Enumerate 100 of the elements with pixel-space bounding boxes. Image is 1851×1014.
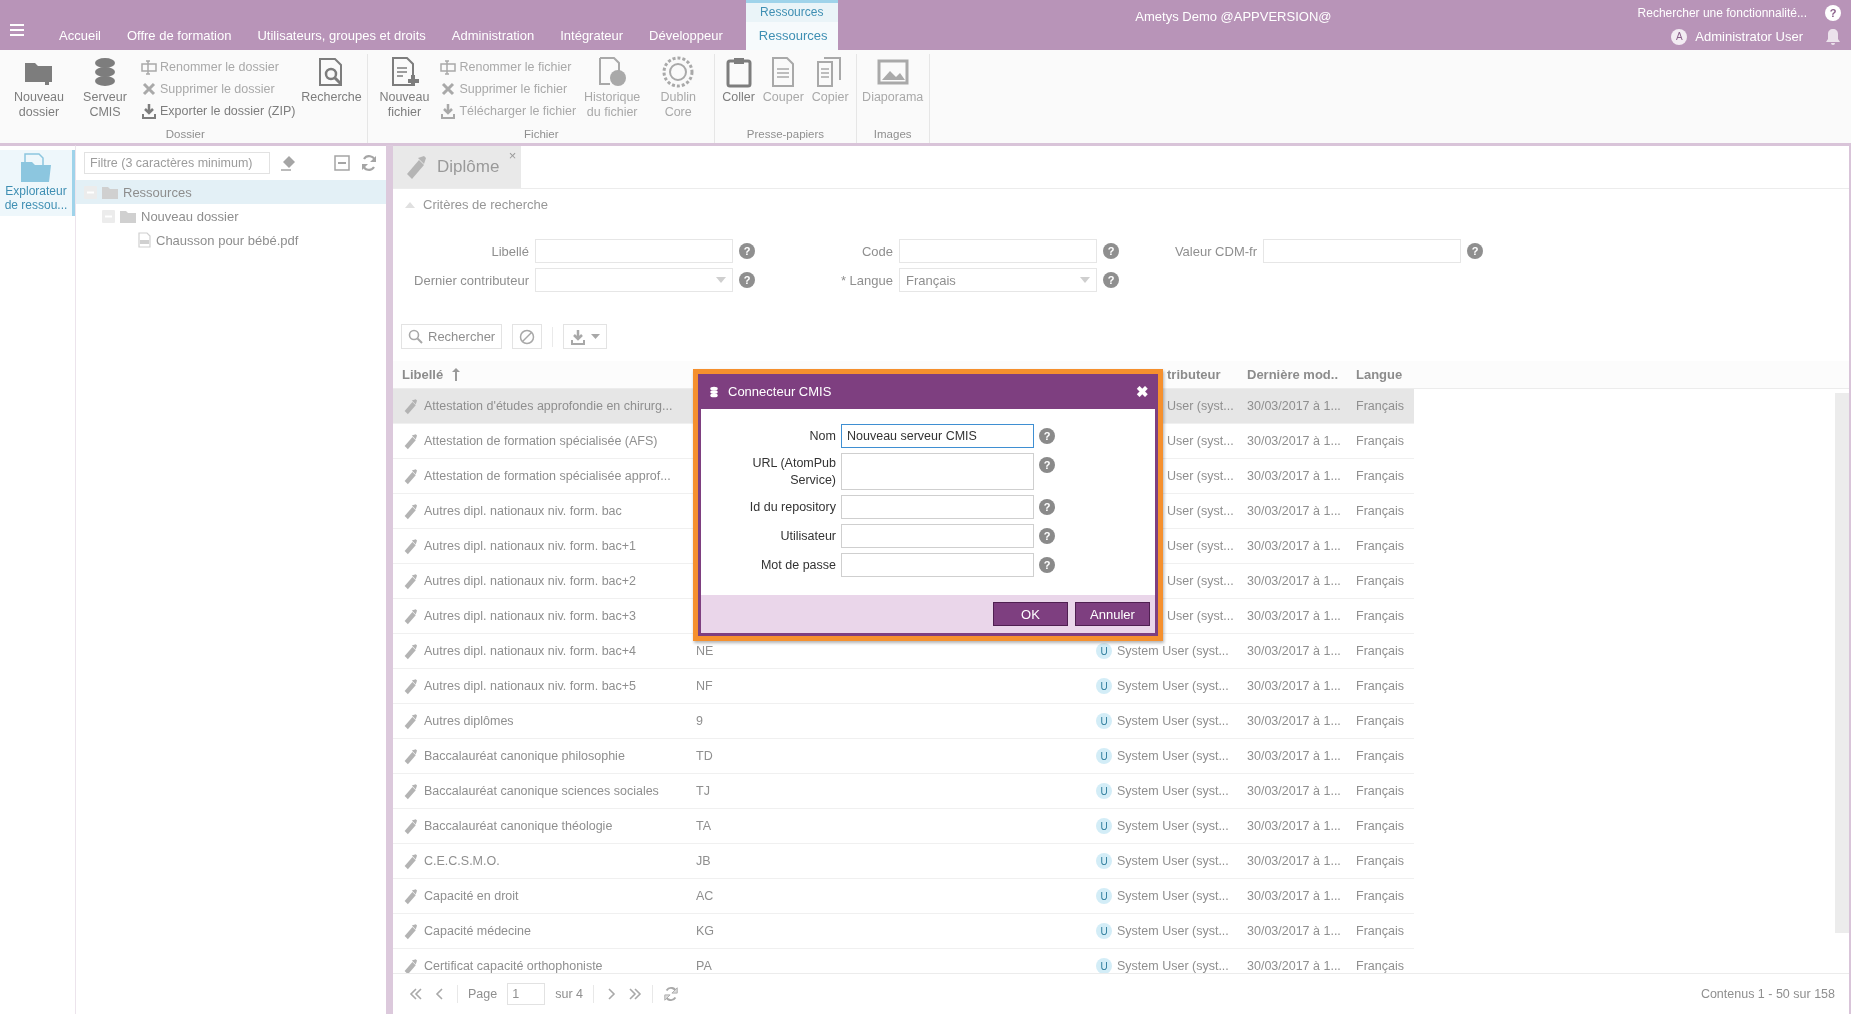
table-cell: KG: [696, 924, 715, 938]
table-cell: 30/03/2017 à 1...: [1247, 644, 1341, 658]
table-cell: 30/03/2017 à 1...: [1247, 574, 1341, 588]
table-cell: Français: [1356, 679, 1404, 693]
table-cell: User (syst...: [1167, 539, 1234, 553]
user-avatar: A: [1671, 28, 1688, 45]
table-cell: Baccalauréat canonique théologie: [424, 819, 613, 833]
table-cell: NE: [696, 644, 714, 658]
table-cell: Capacité médecine: [424, 924, 531, 938]
table-cell: Attestation de formation spécialisée (AFS): [424, 434, 658, 448]
table-cell: TJ: [696, 784, 710, 798]
tree-label: Nouveau dossier: [141, 208, 239, 224]
table-cell: Autres dipl. nationaux niv. form. bac: [424, 504, 622, 518]
table-cell: Français: [1356, 819, 1404, 833]
table-cell: Français: [1356, 469, 1404, 483]
table-cell: User (syst...: [1167, 609, 1234, 623]
user-avatar: U: [1096, 958, 1112, 973]
table-cell: Français: [1356, 889, 1404, 903]
table-cell: User (syst...: [1167, 434, 1234, 448]
table-cell: System User (syst...: [1117, 679, 1229, 693]
table-cell: Français: [1356, 784, 1404, 798]
tree-label: Ressources: [123, 184, 192, 200]
table-cell: JB: [696, 854, 711, 868]
table-cell: Autres dipl. nationaux niv. form. bac+3: [424, 609, 637, 623]
tree-label: Chausson pour bébé.pdf: [156, 232, 299, 248]
user-avatar: U: [1096, 818, 1112, 834]
table-cell: Baccalauréat canonique sciences sociales: [424, 784, 659, 798]
table-cell: Autres dipl. nationaux niv. form. bac+5: [424, 679, 637, 693]
table-cell: System User (syst...: [1117, 784, 1229, 798]
user-avatar: U: [1096, 783, 1112, 799]
table-cell: Capacité en droit: [424, 889, 519, 903]
page-total: sur 4: [555, 987, 583, 1001]
table-cell: Français: [1356, 539, 1404, 553]
table-cell: Autres dipl. nationaux niv. form. bac+4: [424, 644, 637, 658]
table-cell: System User (syst...: [1117, 924, 1229, 938]
user-avatar: U: [1096, 643, 1112, 659]
field-label: Valeur CDM-fr: [1173, 243, 1257, 259]
table-cell: Français: [1356, 714, 1404, 728]
field-label: Utilisateur: [779, 527, 836, 545]
table-cell: 30/03/2017 à 1...: [1247, 784, 1341, 798]
group-label: Ressources: [759, 4, 825, 21]
table-cell: System User (syst...: [1117, 644, 1229, 658]
page-summary: Contenus 1 - 50 sur 158: [1700, 987, 1835, 1001]
table-cell: User (syst...: [1167, 504, 1234, 518]
table-cell: TA: [696, 819, 712, 833]
user-avatar: U: [1096, 678, 1112, 694]
table-cell: 30/03/2017 à 1...: [1247, 819, 1341, 833]
table-cell: System User (syst...: [1117, 819, 1229, 833]
table-cell: Français: [1356, 959, 1404, 973]
table-cell: Français: [1356, 644, 1404, 658]
user-avatar: U: [1096, 923, 1112, 939]
table-cell: User (syst...: [1167, 469, 1234, 483]
field-label: Dernier contributeur: [413, 272, 529, 288]
table-cell: AC: [696, 889, 714, 903]
table-cell: 30/03/2017 à 1...: [1247, 749, 1341, 763]
table-cell: 30/03/2017 à 1...: [1247, 959, 1341, 973]
table-cell: System User (syst...: [1117, 959, 1229, 973]
table-cell: 30/03/2017 à 1...: [1247, 469, 1341, 483]
table-cell: System User (syst...: [1117, 889, 1229, 903]
table-cell: 9: [696, 714, 703, 728]
group-label: Dossier: [164, 127, 206, 142]
table-cell: 30/03/2017 à 1...: [1247, 539, 1341, 553]
field-label: Libellé: [490, 243, 529, 259]
user-avatar: U: [1096, 713, 1112, 729]
table-cell: 30/03/2017 à 1...: [1247, 924, 1341, 938]
table-cell: System User (syst...: [1117, 854, 1229, 868]
table-cell: Attestation de formation spécialisée approf...: [424, 469, 671, 483]
table-cell: User (syst...: [1167, 399, 1234, 413]
table-cell: Certificat capacité orthophoniste: [424, 959, 603, 973]
field-label: Code: [860, 243, 893, 259]
field-label: * Langue: [839, 272, 893, 288]
user-avatar: U: [1096, 888, 1112, 904]
page-label: Page: [468, 987, 498, 1001]
table-cell: Français: [1356, 854, 1404, 868]
table-cell: Français: [1356, 609, 1404, 623]
table-cell: 30/03/2017 à 1...: [1247, 609, 1341, 623]
table-cell: User (syst...: [1167, 574, 1234, 588]
group-label: Fichier: [523, 127, 560, 142]
field-label: Id du repository: [748, 498, 836, 516]
table-cell: Français: [1356, 504, 1404, 518]
table-cell: 30/03/2017 à 1...: [1247, 714, 1341, 728]
table-cell: Baccalauréat canonique philosophie: [424, 749, 625, 763]
table-cell: TD: [696, 749, 713, 763]
user-avatar: U: [1096, 853, 1112, 869]
table-cell: Autres dipl. nationaux niv. form. bac+1: [424, 539, 637, 553]
table-cell: System User (syst...: [1117, 749, 1229, 763]
group-label: Images: [872, 127, 913, 142]
table-cell: 30/03/2017 à 1...: [1247, 679, 1341, 693]
table-cell: System User (syst...: [1117, 714, 1229, 728]
table-cell: C.E.C.S.M.O.: [424, 854, 500, 868]
table-cell: Autres diplômes: [424, 714, 514, 728]
table-cell: 30/03/2017 à 1...: [1247, 399, 1341, 413]
table-cell: Français: [1356, 434, 1404, 448]
table-cell: 30/03/2017 à 1...: [1247, 854, 1341, 868]
user-avatar: U: [1096, 748, 1112, 764]
table-cell: 30/03/2017 à 1...: [1247, 889, 1341, 903]
table-cell: PA: [696, 959, 712, 973]
table-cell: Français: [1356, 924, 1404, 938]
table-cell: NF: [696, 679, 713, 693]
table-cell: Français: [1356, 749, 1404, 763]
